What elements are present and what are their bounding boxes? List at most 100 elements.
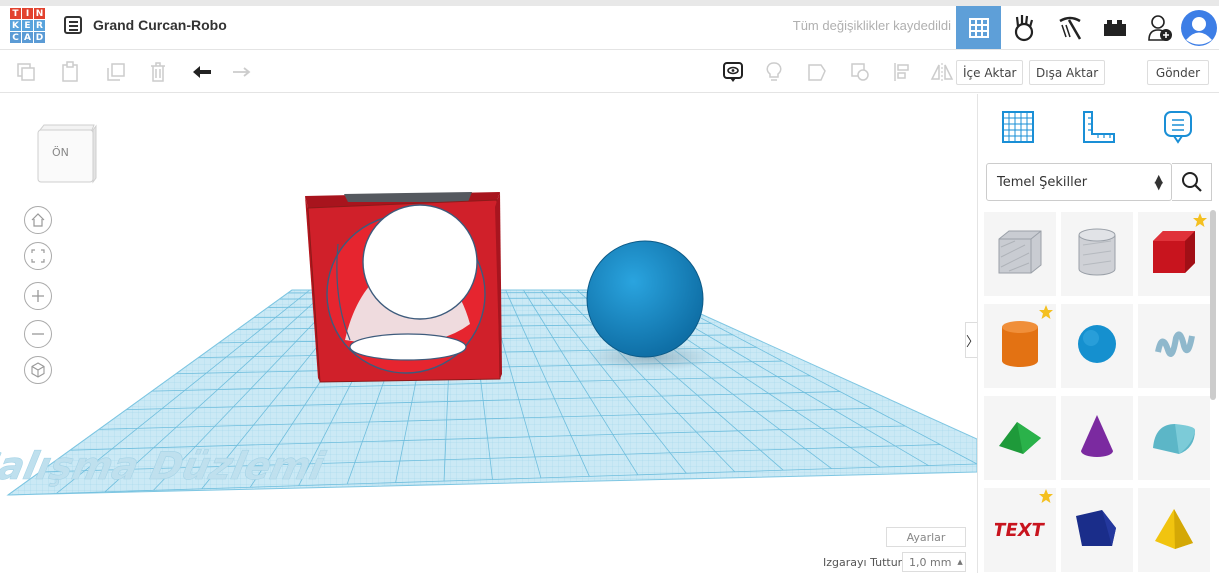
duplicate-button[interactable] bbox=[104, 60, 128, 84]
round-roof-icon bbox=[1149, 414, 1199, 463]
caret-up-icon: ▲ bbox=[957, 558, 963, 566]
notes-button[interactable] bbox=[721, 60, 745, 84]
roof-icon bbox=[995, 414, 1045, 463]
logo-letter: T bbox=[10, 8, 21, 19]
star-icon bbox=[1038, 304, 1054, 320]
blocks-hand-icon bbox=[1014, 14, 1033, 41]
shape-sphere[interactable] bbox=[1061, 304, 1133, 388]
search-icon bbox=[1181, 172, 1202, 192]
lightbulb-icon bbox=[766, 62, 782, 81]
speech-bubble-eye-icon bbox=[723, 62, 743, 82]
cube-perspective-icon bbox=[31, 362, 45, 378]
zoom-in-button[interactable] bbox=[24, 282, 52, 310]
notes-tool-button[interactable] bbox=[1158, 106, 1198, 148]
shape-panel: Temel Şekiller ▲ ▼ TEXT bbox=[977, 94, 1219, 573]
zoom-out-button[interactable] bbox=[24, 320, 52, 348]
user-avatar-button[interactable] bbox=[1176, 6, 1219, 49]
workplane-tool-button[interactable] bbox=[998, 106, 1038, 148]
tinkercad-logo[interactable]: TIN KER CAD bbox=[10, 8, 45, 43]
lego-button[interactable] bbox=[1092, 6, 1137, 49]
shape-box-hole[interactable] bbox=[984, 212, 1056, 296]
copy-button[interactable] bbox=[14, 60, 38, 84]
cone-icon bbox=[1077, 411, 1117, 466]
home-icon bbox=[31, 213, 45, 227]
shape-box[interactable] bbox=[1138, 212, 1210, 296]
delete-button[interactable] bbox=[146, 60, 170, 84]
panel-scrollbar[interactable] bbox=[1210, 210, 1216, 400]
cylinder-hole-icon bbox=[1075, 227, 1119, 282]
shape-cylinder-hole[interactable] bbox=[1061, 212, 1133, 296]
snap-grid-label: Izgarayı Tuttur bbox=[823, 556, 903, 569]
shape-library-select[interactable]: Temel Şekiller ▲ ▼ bbox=[986, 163, 1172, 201]
shape-text[interactable]: TEXT bbox=[984, 488, 1056, 572]
3d-viewport[interactable]: Çalışma Düzlemi ÖN Ayarlar Izgarayı Tutt… bbox=[0, 94, 977, 573]
fit-view-button[interactable] bbox=[24, 242, 52, 270]
shape-button[interactable] bbox=[805, 60, 829, 84]
shape-polygon[interactable] bbox=[1061, 488, 1133, 572]
shape-pyramid[interactable] bbox=[1138, 488, 1210, 572]
star-icon bbox=[1038, 488, 1054, 504]
select-arrows-icon: ▲ ▼ bbox=[1154, 172, 1163, 192]
logo-letter: K bbox=[10, 20, 21, 31]
shape-scribble[interactable] bbox=[1138, 304, 1210, 388]
send-button[interactable]: Gönder bbox=[1147, 60, 1209, 85]
perspective-button[interactable] bbox=[24, 356, 52, 384]
edit-toolbar: İçe Aktar Dışa Aktar Gönder bbox=[0, 51, 1219, 93]
pyramid-icon bbox=[1151, 505, 1197, 556]
light-button[interactable] bbox=[762, 60, 786, 84]
grid-view-icon bbox=[968, 17, 989, 38]
shape-library-value: Temel Şekiller bbox=[997, 174, 1088, 190]
avatar bbox=[1180, 9, 1217, 46]
mirror-icon bbox=[930, 63, 954, 81]
plus-icon bbox=[32, 290, 44, 302]
logo-letter: I bbox=[22, 8, 33, 19]
design-list-icon[interactable] bbox=[64, 16, 82, 34]
paste-button[interactable] bbox=[58, 60, 82, 84]
ruler-icon bbox=[1083, 111, 1115, 143]
duplicate-icon bbox=[107, 63, 125, 81]
logo-letter: D bbox=[34, 32, 45, 43]
blue-sphere-object[interactable] bbox=[586, 240, 704, 358]
import-button[interactable]: İçe Aktar bbox=[956, 60, 1024, 85]
snap-grid-value: 1,0 mm bbox=[909, 555, 952, 569]
view-cube-face-label: ÖN bbox=[52, 146, 69, 159]
undo-icon bbox=[193, 66, 211, 78]
logo-letter: N bbox=[34, 8, 45, 19]
home-view-button[interactable] bbox=[24, 206, 52, 234]
polygon-icon bbox=[1072, 506, 1122, 555]
red-box-object[interactable] bbox=[305, 192, 502, 383]
box-icon bbox=[1149, 227, 1199, 282]
blocks-button[interactable] bbox=[1001, 6, 1046, 49]
design-title[interactable]: Grand Curcan-Robo bbox=[93, 17, 227, 33]
undo-button[interactable] bbox=[190, 60, 214, 84]
workplane-grid-icon bbox=[1002, 111, 1034, 143]
settings-button[interactable]: Ayarlar bbox=[886, 527, 966, 547]
bricks-button[interactable] bbox=[1047, 6, 1092, 49]
export-button[interactable]: Dışa Aktar bbox=[1029, 60, 1106, 85]
bricks-pickaxe-icon bbox=[1058, 16, 1081, 40]
view-cube[interactable]: ÖN bbox=[36, 124, 97, 186]
snap-grid-select[interactable]: 1,0 mm ▲ bbox=[902, 552, 966, 572]
scene: Çalışma Düzlemi bbox=[0, 192, 977, 496]
trash-icon bbox=[151, 62, 165, 82]
sphere-icon bbox=[1075, 322, 1119, 371]
logo-letter: C bbox=[10, 32, 21, 43]
box-hole-icon bbox=[995, 227, 1045, 282]
shape-cylinder[interactable] bbox=[984, 304, 1056, 388]
paste-icon bbox=[62, 61, 78, 82]
shape-roof[interactable] bbox=[984, 396, 1056, 480]
shape-search-button[interactable] bbox=[1172, 163, 1212, 201]
add-user-icon bbox=[1147, 14, 1172, 41]
align-button[interactable] bbox=[890, 60, 914, 84]
text-icon: TEXT bbox=[991, 508, 1046, 553]
hole-button[interactable] bbox=[848, 60, 872, 84]
mirror-button[interactable] bbox=[930, 60, 954, 84]
shape-cone[interactable] bbox=[1061, 396, 1133, 480]
note-bubble-icon bbox=[1164, 111, 1192, 144]
shape-round-roof[interactable] bbox=[1138, 396, 1210, 480]
redo-button[interactable] bbox=[230, 60, 254, 84]
svg-text:TEXT: TEXT bbox=[995, 520, 1045, 541]
scribble-icon bbox=[1152, 322, 1196, 371]
view-3d-button[interactable] bbox=[956, 6, 1001, 49]
ruler-tool-button[interactable] bbox=[1078, 106, 1118, 148]
